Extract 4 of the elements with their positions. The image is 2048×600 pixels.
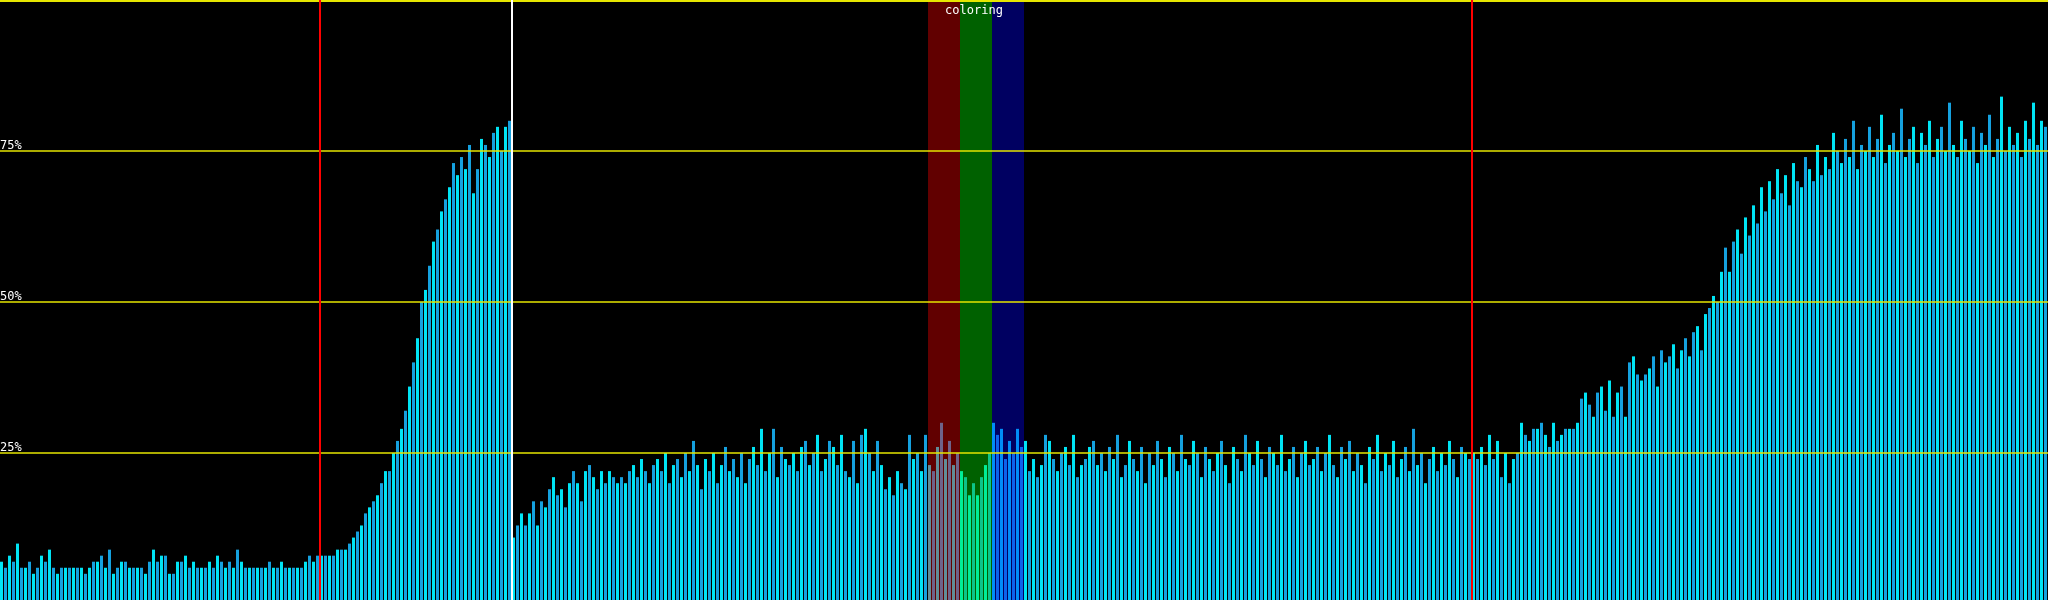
y-tick-label: 50% (0, 289, 22, 303)
y-tick-label: 25% (0, 440, 22, 454)
y-tick-label: 75% (0, 138, 22, 152)
annotation-label: coloring (945, 3, 1003, 17)
